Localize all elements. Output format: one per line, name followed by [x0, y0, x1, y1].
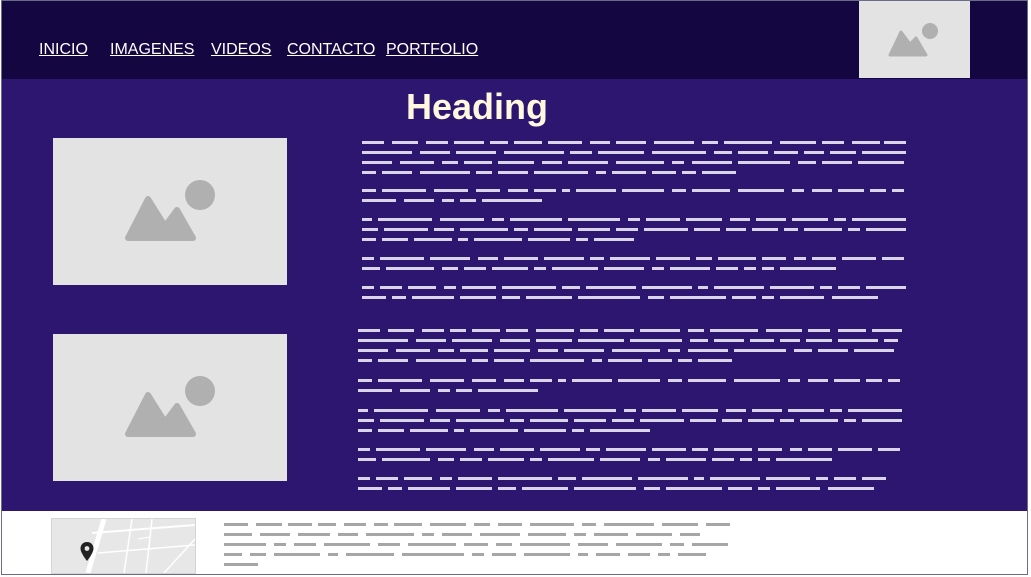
section-image-placeholder [53, 138, 287, 285]
page-heading: Heading [405, 86, 548, 127]
map-illustration [52, 519, 195, 573]
map-pin-icon [80, 542, 94, 561]
image-placeholder-icon [125, 376, 215, 437]
nav-link-inicio[interactable]: INICIO [39, 41, 88, 59]
section-image-placeholder [53, 334, 287, 481]
footer-text-block [224, 523, 734, 573]
main-content: Heading [2, 79, 1027, 510]
footer [2, 510, 1027, 574]
nav-link-videos[interactable]: VIDEOS [211, 41, 271, 59]
page-frame: INICIO IMAGENES VIDEOS CONTACTO PORTFOLI… [1, 0, 1028, 575]
section-text-block [358, 329, 903, 494]
top-navigation-bar: INICIO IMAGENES VIDEOS CONTACTO PORTFOLI… [2, 1, 1027, 80]
logo-image-placeholder [859, 1, 970, 78]
image-placeholder-icon [125, 180, 215, 241]
nav-link-portfolio[interactable]: PORTFOLIO [386, 41, 478, 59]
image-placeholder-icon [888, 23, 938, 57]
nav-link-imagenes[interactable]: IMAGENES [110, 41, 194, 59]
location-map[interactable] [51, 518, 196, 574]
nav-link-contacto[interactable]: CONTACTO [287, 41, 375, 59]
section-text-block [362, 141, 907, 306]
